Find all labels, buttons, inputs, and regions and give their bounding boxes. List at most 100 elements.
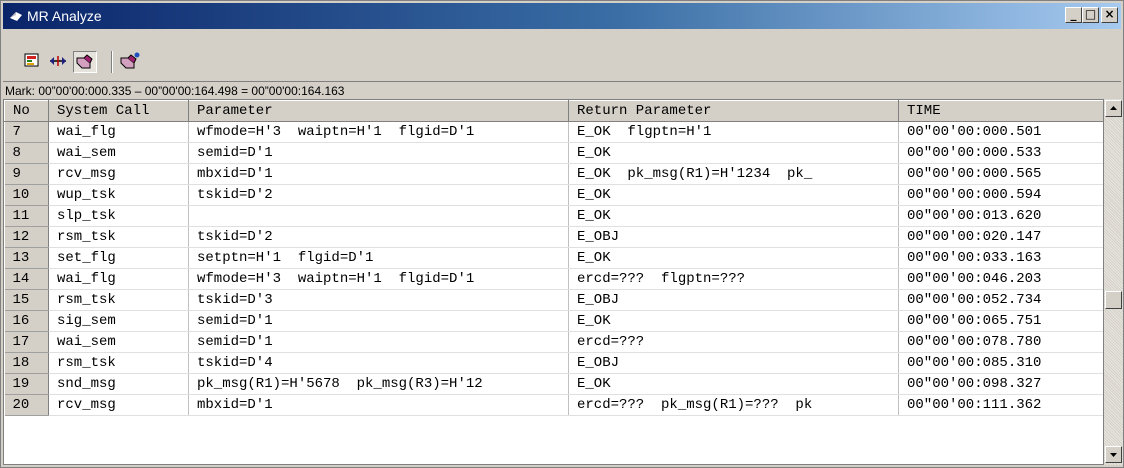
cell-time: 00"00'00:013.620 — [898, 205, 1103, 227]
cell-system-call: rcv_msg — [48, 163, 189, 185]
table-row[interactable]: 7 wai_flg wfmode=H'3 waiptn=H'1 flgid=D'… — [4, 121, 1103, 143]
minimize-button[interactable]: _ — [1065, 7, 1082, 23]
title-bar[interactable]: MR Analyze _ □ × — [3, 3, 1121, 29]
scrollbar-thumb[interactable] — [1105, 291, 1122, 309]
chart-view-button[interactable] — [21, 51, 45, 73]
toolbar-separator — [111, 51, 113, 73]
mark-range-bar: Mark: 00”00'00:000.335 – 00”00'00:164.49… — [3, 81, 1121, 100]
cell-parameter: tskid=D'4 — [188, 352, 569, 374]
cell-return-parameter: E_OBJ — [568, 289, 899, 311]
arrow-up-icon — [1110, 106, 1117, 110]
cell-return-parameter: ercd=??? pk_msg(R1)=??? pk — [568, 394, 899, 416]
cell-parameter: mbxid=D'1 — [188, 394, 569, 416]
table-row[interactable]: 17 wai_sem semid=D'1 ercd=??? 00"00'00:0… — [4, 331, 1103, 353]
cell-return-parameter: E_OBJ — [568, 226, 899, 248]
trace-arrows-button[interactable] — [47, 51, 71, 73]
cell-parameter: tskid=D'3 — [188, 289, 569, 311]
cell-no: 15 — [4, 289, 49, 311]
chart-view-icon — [24, 53, 39, 67]
table-row[interactable]: 15 rsm_tsk tskid=D'3 E_OBJ 00"00'00:052.… — [4, 289, 1103, 311]
column-header-time[interactable]: TIME — [898, 100, 1103, 122]
cell-no: 10 — [4, 184, 49, 206]
table-row[interactable]: 11 slp_tsk E_OK 00"00'00:013.620 — [4, 205, 1103, 227]
cell-parameter: wfmode=H'3 waiptn=H'1 flgid=D'1 — [188, 121, 569, 143]
cell-system-call: rsm_tsk — [48, 289, 189, 311]
scroll-up-button[interactable] — [1105, 100, 1122, 117]
cell-return-parameter: E_OK — [568, 373, 899, 395]
cell-no: 13 — [4, 247, 49, 269]
table-header-row: No System Call Parameter Return Paramete… — [4, 100, 1103, 122]
cell-parameter: tskid=D'2 — [188, 184, 569, 206]
mark-range-text: Mark: 00”00'00:000.335 – 00”00'00:164.49… — [5, 84, 345, 98]
maximize-icon: □ — [1084, 7, 1097, 21]
table-row[interactable]: 14 wai_flg wfmode=H'3 waiptn=H'1 flgid=D… — [4, 268, 1103, 290]
cell-parameter: mbxid=D'1 — [188, 163, 569, 185]
cell-time: 00"00'00:033.163 — [898, 247, 1103, 269]
table-row[interactable]: 13 set_flg setptn=H'1 flgid=D'1 E_OK 00"… — [4, 247, 1103, 269]
close-icon: × — [1104, 7, 1115, 21]
cell-return-parameter: E_OK pk_msg(R1)=H'1234 pk_ — [568, 163, 899, 185]
cell-system-call: snd_msg — [48, 373, 189, 395]
cell-time: 00"00'00:085.310 — [898, 352, 1103, 374]
minimize-icon: _ — [1070, 7, 1077, 21]
cell-no: 12 — [4, 226, 49, 248]
cell-no: 16 — [4, 310, 49, 332]
window-title: MR Analyze — [27, 8, 102, 24]
scroll-down-button[interactable] — [1105, 446, 1122, 463]
cell-system-call: rsm_tsk — [48, 226, 189, 248]
hand-settings-icon — [120, 52, 140, 69]
table-row[interactable]: 20 rcv_msg mbxid=D'1 ercd=??? pk_msg(R1)… — [4, 394, 1103, 416]
vertical-scrollbar[interactable] — [1104, 99, 1123, 465]
cell-parameter: semid=D'1 — [188, 331, 569, 353]
cell-system-call: rsm_tsk — [48, 352, 189, 374]
table-row[interactable]: 9 rcv_msg mbxid=D'1 E_OK pk_msg(R1)=H'12… — [4, 163, 1103, 185]
table-row[interactable]: 19 snd_msg pk_msg(R1)=H'5678 pk_msg(R3)=… — [4, 373, 1103, 395]
cell-system-call: wai_sem — [48, 142, 189, 164]
close-button[interactable]: × — [1101, 7, 1118, 23]
cell-system-call: slp_tsk — [48, 205, 189, 227]
cell-system-call: set_flg — [48, 247, 189, 269]
table-row[interactable]: 18 rsm_tsk tskid=D'4 E_OBJ 00"00'00:085.… — [4, 352, 1103, 374]
arrow-down-icon — [1110, 453, 1117, 457]
cell-time: 00"00'00:000.594 — [898, 184, 1103, 206]
cell-no: 9 — [4, 163, 49, 185]
cell-return-parameter: E_OK — [568, 184, 899, 206]
cell-no: 8 — [4, 142, 49, 164]
hand-pointer-button[interactable] — [73, 51, 97, 73]
cell-parameter — [188, 205, 569, 227]
table-row[interactable]: 12 rsm_tsk tskid=D'2 E_OBJ 00"00'00:020.… — [4, 226, 1103, 248]
cell-system-call: wup_tsk — [48, 184, 189, 206]
hand-settings-button[interactable] — [119, 51, 143, 73]
cell-parameter: wfmode=H'3 waiptn=H'1 flgid=D'1 — [188, 268, 569, 290]
cell-no: 7 — [4, 121, 49, 143]
cell-system-call: sig_sem — [48, 310, 189, 332]
cell-time: 00"00'00:000.501 — [898, 121, 1103, 143]
maximize-button[interactable]: □ — [1082, 7, 1099, 23]
hand-pointer-icon — [76, 54, 93, 69]
trace-arrows-icon — [50, 56, 66, 66]
table-row[interactable]: 8 wai_sem semid=D'1 E_OK 00"00'00:000.53… — [4, 142, 1103, 164]
cell-time: 00"00'00:111.362 — [898, 394, 1103, 416]
cell-time: 00"00'00:078.780 — [898, 331, 1103, 353]
cell-parameter: tskid=D'2 — [188, 226, 569, 248]
cell-return-parameter: ercd=??? flgptn=??? — [568, 268, 899, 290]
table-row[interactable]: 16 sig_sem semid=D'1 E_OK 00"00'00:065.7… — [4, 310, 1103, 332]
cell-return-parameter: E_OK — [568, 310, 899, 332]
cell-time: 00"00'00:020.147 — [898, 226, 1103, 248]
cell-time: 00"00'00:098.327 — [898, 373, 1103, 395]
cell-return-parameter: E_OBJ — [568, 352, 899, 374]
toolbar — [3, 47, 1121, 77]
cell-parameter: semid=D'1 — [188, 310, 569, 332]
column-header-parameter[interactable]: Parameter — [188, 100, 569, 122]
cell-system-call: wai_flg — [48, 121, 189, 143]
table-row[interactable]: 10 wup_tsk tskid=D'2 E_OK 00"00'00:000.5… — [4, 184, 1103, 206]
cell-time: 00"00'00:000.565 — [898, 163, 1103, 185]
column-header-return-parameter[interactable]: Return Parameter — [568, 100, 899, 122]
column-header-system-call[interactable]: System Call — [48, 100, 189, 122]
cell-no: 19 — [4, 373, 49, 395]
cell-no: 11 — [4, 205, 49, 227]
cell-system-call: rcv_msg — [48, 394, 189, 416]
app-icon — [10, 12, 22, 21]
cell-time: 00"00'00:000.533 — [898, 142, 1103, 164]
column-header-no[interactable]: No — [4, 100, 49, 122]
